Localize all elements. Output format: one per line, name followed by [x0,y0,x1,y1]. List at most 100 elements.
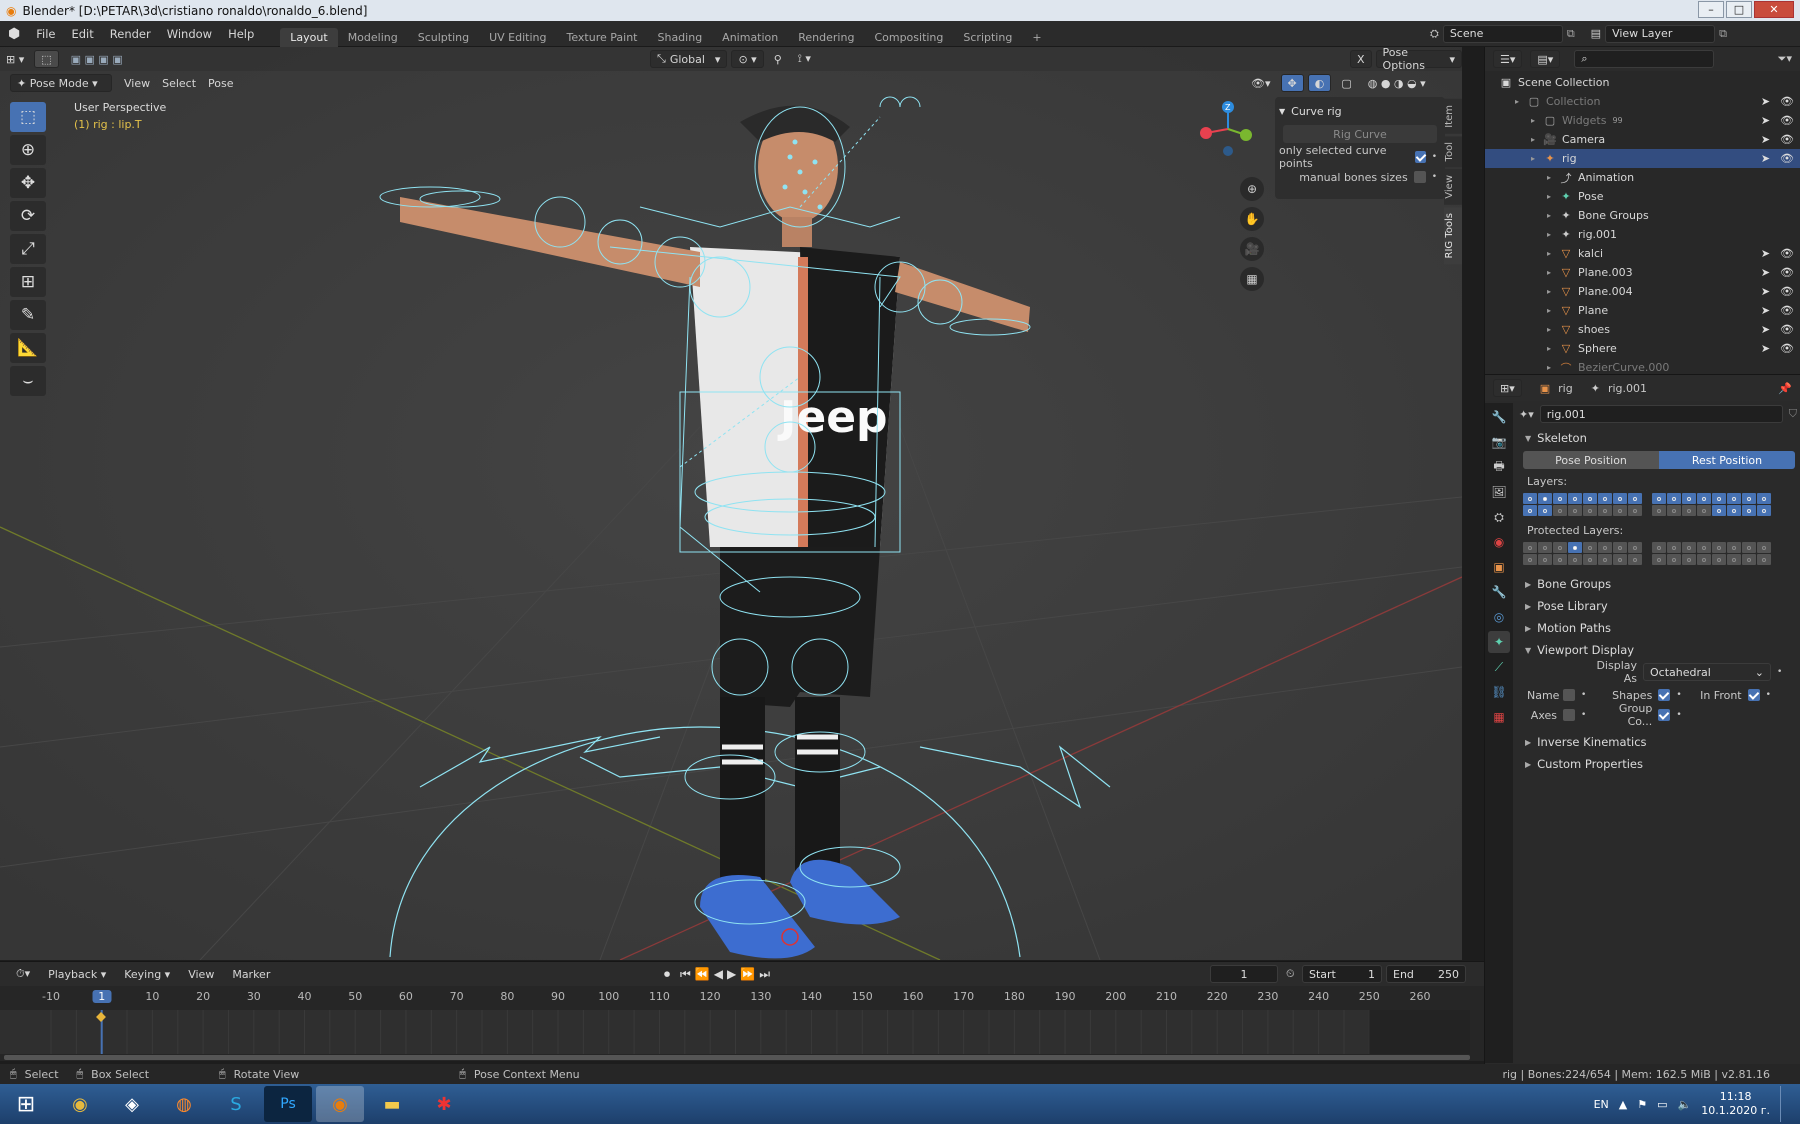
modifier-properties-icon[interactable]: 🔧 [1488,581,1510,603]
visibility-eye-icon[interactable]: 👁 [1780,133,1794,146]
layer-cell[interactable] [1523,493,1537,504]
expand-arrow-icon[interactable]: ▸ [1547,306,1557,315]
select-box-tool-icon[interactable]: ⬚ [10,102,46,132]
layer-cell[interactable] [1667,542,1681,553]
layer-cell[interactable] [1523,554,1537,565]
expand-arrow-icon[interactable]: ▸ [1547,325,1557,334]
outliner-row-plane-004[interactable]: ▸ ▽ Plane.004 ➤ 👁 [1485,282,1800,301]
tab-modeling[interactable]: Modeling [338,28,408,47]
blender-menu-icon[interactable]: ⬢ [0,26,28,42]
keyframe-dot-icon[interactable]: • [1766,690,1771,700]
prev-keyframe-icon[interactable]: ⏪ [695,967,710,981]
orientation-dropdown[interactable]: ⤡ Global ▾ [650,50,728,68]
language-indicator[interactable]: EN [1594,1098,1609,1111]
clock[interactable]: 11:18 10.1.2020 г. [1701,1090,1770,1118]
in-front-checkbox[interactable] [1747,689,1760,701]
expand-arrow-icon[interactable]: ▸ [1547,249,1557,258]
paint-app-icon[interactable]: ✱ [420,1086,468,1122]
menu-window[interactable]: Window [159,27,220,41]
selectable-toggle-icon[interactable]: ➤ [1761,114,1770,127]
mode-dropdown[interactable]: ✦ Pose Mode ▾ [10,74,112,92]
layer-cell[interactable] [1523,542,1537,553]
layer-cell[interactable] [1553,554,1567,565]
selectable-toggle-icon[interactable]: ➤ [1761,323,1770,336]
tab-uv-editing[interactable]: UV Editing [479,28,556,47]
annotate-tool-icon[interactable]: ✎ [10,300,46,330]
layer-cell[interactable] [1553,542,1567,553]
skype-app-icon[interactable]: S [212,1086,260,1122]
volume-icon[interactable]: 🔈 [1678,1098,1692,1111]
outliner-row-bone-groups[interactable]: ▸ ✦ Bone Groups [1485,206,1800,225]
select-mode-button[interactable]: ⬚ [34,50,59,68]
inverse-kinematics-section[interactable]: ▶ Inverse Kinematics [1519,731,1797,753]
expand-arrow-icon[interactable]: ▸ [1547,344,1557,353]
snap-icon[interactable]: ⚲ [768,50,788,68]
layer-cell[interactable] [1712,542,1726,553]
visibility-eye-icon[interactable]: 👁 [1780,266,1794,279]
keyframe-dot-icon[interactable]: • [1432,152,1437,162]
tab-layout[interactable]: Layout [280,27,338,47]
view-layer-selector[interactable]: View Layer [1605,24,1716,43]
outliner-row-rig[interactable]: ▸ ✦ rig ➤ 👁 [1485,149,1800,168]
layer-cell[interactable] [1667,505,1681,516]
transform-tool-icon[interactable]: ⊞ [10,267,46,297]
visibility-eye-icon[interactable]: 👁 [1780,247,1794,260]
expand-arrow-icon[interactable]: ▸ [1547,268,1557,277]
motion-paths-section[interactable]: ▶ Motion Paths [1519,617,1797,639]
add-workspace-button[interactable]: + [1022,28,1051,47]
scene-collection-row[interactable]: ▣ Scene Collection [1485,73,1800,92]
fake-user-shield-icon[interactable]: ⛉ [1789,407,1797,421]
output-properties-icon[interactable]: 🖶 [1488,456,1510,478]
timeline-editor-type-icon[interactable]: ⏱▾ [10,965,36,983]
outliner-row-rig-001[interactable]: ▸ ✦ rig.001 [1485,225,1800,244]
layer-cell[interactable] [1697,493,1711,504]
bone-properties-icon[interactable]: ⟋ [1488,656,1510,678]
properties-editor-type-icon[interactable]: ⊞▾ [1493,379,1522,397]
selectable-toggle-icon[interactable]: ➤ [1761,133,1770,146]
selection-mode-icons[interactable]: ▣ ▣ ▣ ▣ [65,50,129,68]
outliner-row-pose[interactable]: ▸ ✦ Pose [1485,187,1800,206]
menu-render[interactable]: Render [102,27,159,41]
bone-groups-section[interactable]: ▶ Bone Groups [1519,573,1797,595]
measure-tool-icon[interactable]: 📐 [10,333,46,363]
editor-type-button[interactable]: ⊞ ▾ [0,50,30,68]
expand-arrow-icon[interactable]: ▸ [1531,154,1541,163]
filter-icon[interactable]: ⏷▾ [1778,52,1792,66]
display-mode-icon[interactable]: ▤▾ [1530,50,1561,68]
unity-app-icon[interactable]: ◈ [108,1086,156,1122]
selectable-toggle-icon[interactable]: ➤ [1761,266,1770,279]
pose-options-dropdown[interactable]: Pose Options ▾ [1375,47,1462,72]
viewport-display-section[interactable]: ▼ Viewport Display [1519,639,1797,661]
camera-view-icon[interactable]: 🎥 [1240,237,1264,261]
outliner-row-plane-003[interactable]: ▸ ▽ Plane.003 ➤ 👁 [1485,263,1800,282]
start-button[interactable]: ⊞ [0,1086,52,1122]
selectable-toggle-icon[interactable]: ➤ [1761,304,1770,317]
pose-position-button[interactable]: Pose Position [1523,451,1659,469]
layer-cell[interactable] [1583,554,1597,565]
layer-cell[interactable] [1583,542,1597,553]
tab-rendering[interactable]: Rendering [788,28,864,47]
tab-shading[interactable]: Shading [647,28,712,47]
object-properties-icon[interactable]: ▣ [1488,556,1510,578]
ortho-grid-icon[interactable]: ▦ [1240,267,1264,291]
selectable-toggle-icon[interactable]: ➤ [1761,95,1770,108]
layer-cell[interactable] [1742,542,1756,553]
tab-animation[interactable]: Animation [712,28,788,47]
jump-end-icon[interactable]: ⏭ [759,967,770,982]
pan-hand-icon[interactable]: ✋ [1240,207,1264,231]
outliner-row-sphere[interactable]: ▸ ▽ Sphere ➤ 👁 [1485,339,1800,358]
photoshop-app-icon[interactable]: Ps [264,1086,312,1122]
layer-cell[interactable] [1598,542,1612,553]
tab-texture-paint[interactable]: Texture Paint [557,28,648,47]
layer-cell[interactable] [1628,542,1642,553]
cursor-tool-icon[interactable]: ⊕ [10,135,46,165]
layer-cell[interactable] [1682,505,1696,516]
chrome-app-icon[interactable]: ◉ [56,1086,104,1122]
end-frame-field[interactable]: End 250 [1386,965,1466,983]
layer-cell[interactable] [1712,505,1726,516]
timeline-menu-marker[interactable]: Marker [226,965,276,983]
expand-arrow-icon[interactable]: ▸ [1547,192,1557,201]
physics-properties-icon[interactable]: ◎ [1488,606,1510,628]
flag-icon[interactable]: ⚑ [1637,1098,1647,1111]
keyframe-dot-icon[interactable]: • [1581,710,1586,720]
